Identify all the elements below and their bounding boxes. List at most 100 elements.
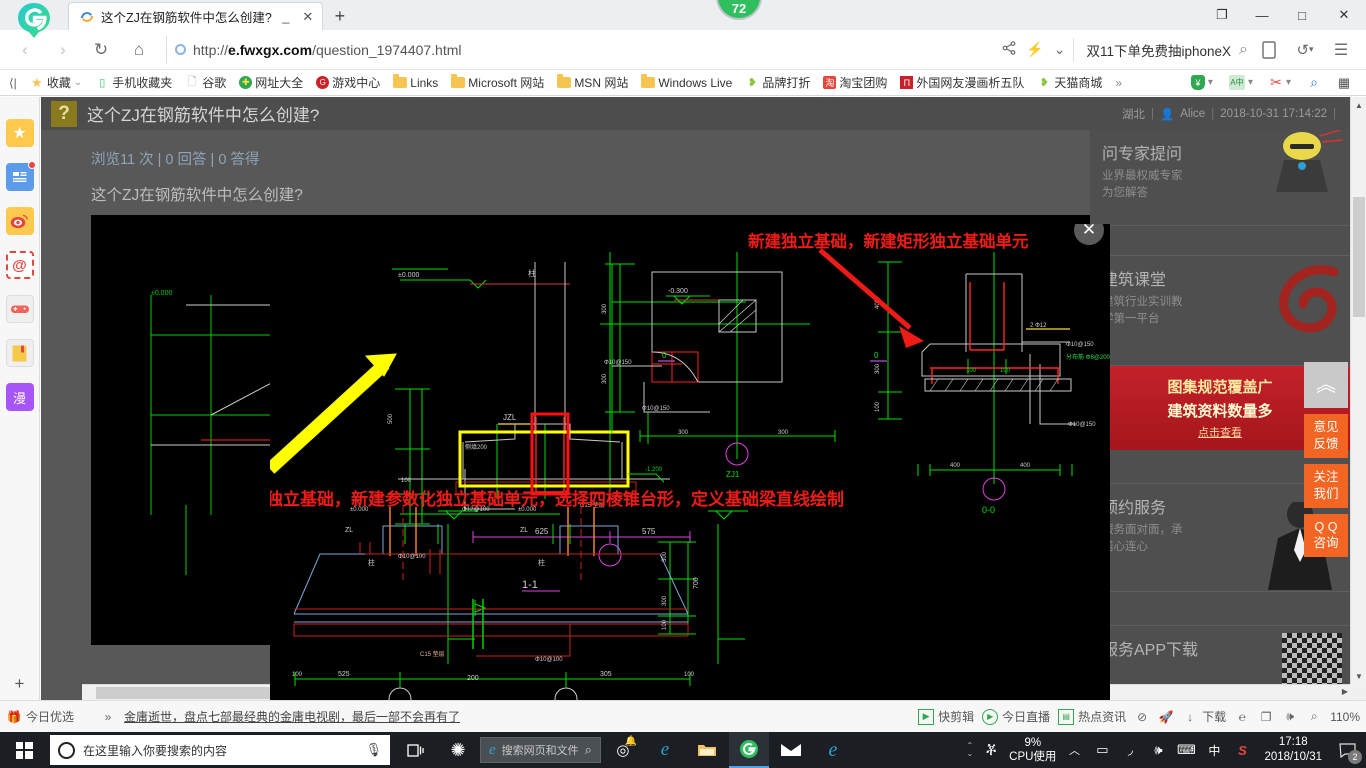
ie-search-box[interactable]: e 搜索网页和文件 ⌕ — [480, 732, 601, 768]
bookmarks-collapse-icon[interactable]: ⟨| — [4, 75, 22, 91]
zoom-level[interactable]: 110% — [1330, 710, 1360, 724]
add-quick-launch-button[interactable]: + — [15, 674, 25, 694]
tray-chevron-up-icon[interactable]: ︿ — [1064, 742, 1084, 758]
volume-icon[interactable]: 🕪 — [1148, 742, 1168, 758]
sogou-icon[interactable]: S — [1232, 743, 1252, 758]
bookmark-item-game-center[interactable]: G 游戏中心 — [311, 73, 385, 92]
shield-icon[interactable]: ¥ ▾ — [1186, 74, 1218, 91]
bookmark-item-favorites[interactable]: ★ 收藏 ⌄ — [25, 73, 87, 92]
search-icon[interactable]: ⌕ — [1239, 41, 1248, 59]
ime-mode-indicator[interactable]: 中 — [1204, 742, 1224, 759]
follow-us-button[interactable]: 关注 我们 — [1304, 463, 1348, 508]
bookmark-item-taobao[interactable]: 淘 淘宝团购 — [818, 73, 892, 92]
tool-live[interactable]: ▶ 今日直播 — [982, 708, 1050, 725]
task-view-icon[interactable] — [396, 732, 436, 768]
notifications-icon[interactable]: 2 — [1334, 737, 1362, 764]
back-to-top-button[interactable]: ︽ — [1304, 362, 1348, 408]
promo-search-box[interactable]: 双11下单免费抽iphoneX ⌕ — [1073, 37, 1248, 62]
page-vertical-scrollbar[interactable]: ▲ ▼ — [1350, 97, 1366, 684]
bookmark-item-brand-discount[interactable]: ❥ 品牌打折 — [740, 73, 815, 92]
taskbar-search-box[interactable]: 在这里输入你要搜索的内容 🎙 — [50, 735, 390, 765]
wifi-icon[interactable]: ◞ — [1120, 742, 1140, 758]
image-lightbox[interactable]: ✕ ±0.000 -0.300 柱 625 575 1-1 100 Φ12@10… — [270, 224, 1110, 700]
shield-off-icon[interactable]: ⊘ — [1134, 709, 1150, 725]
chevron-down-icon[interactable]: ⌄ — [74, 77, 82, 88]
cortana-petals-icon[interactable]: ✺ — [438, 732, 478, 768]
menu-icon[interactable]: ☰ — [1324, 35, 1358, 65]
bookmark-item-tmall[interactable]: ❥ 天猫商城 — [1032, 73, 1107, 92]
vertical-scroll-thumb[interactable] — [1353, 197, 1365, 317]
new-tab-button[interactable]: + — [323, 2, 357, 30]
bookmark-item-nav-sites[interactable]: ✚ 网址大全 — [234, 73, 308, 92]
bookmark-item-mobile-favs[interactable]: ▯ 手机收藏夹 — [90, 73, 177, 92]
scissors-icon[interactable]: ✂ ▾ — [1264, 74, 1296, 91]
feedback-button[interactable]: 意见 反馈 — [1304, 414, 1348, 458]
window-restore-icon[interactable]: ❐ — [1202, 7, 1242, 23]
bookmark-item-msn[interactable]: MSN 网站 — [552, 73, 633, 92]
share-icon[interactable] — [1002, 41, 1016, 58]
bookmark-item-microsoft[interactable]: Microsoft 网站 — [446, 73, 549, 92]
battery-icon[interactable]: ▭ — [1092, 742, 1112, 758]
news-headline-link[interactable]: 金庸逝世，盘点七部最经典的金庸电视剧，最后一部不会再有了 — [124, 708, 460, 725]
apps-grid-icon[interactable]: ▦ — [1332, 75, 1356, 91]
ad-course[interactable]: 建筑课堂 建筑行业实训教 学第一平台 — [1090, 256, 1350, 366]
chevron-down-icon[interactable]: ⌄ — [1054, 41, 1066, 58]
volume-icon[interactable]: 🕪 — [1282, 709, 1298, 725]
scroll-right-arrow-icon[interactable]: ▶ — [1342, 687, 1348, 696]
tool-hotnews[interactable]: ▤ 热点资讯 — [1058, 708, 1126, 725]
site-info-icon[interactable] — [175, 44, 186, 55]
app-spiral-icon[interactable]: ◎ 🔔 — [603, 732, 643, 768]
microphone-icon[interactable]: 🎙 — [365, 742, 382, 758]
bookmark-item-google[interactable]: 🗋 谷歌 — [180, 73, 231, 92]
zoom-icon[interactable]: ⌕ — [1306, 709, 1322, 725]
mobile-view-icon[interactable] — [1252, 35, 1286, 65]
address-bar[interactable]: http://e.fwxgx.com/question_1974407.html — [166, 35, 998, 64]
tab-close-icon[interactable]: ✕ — [300, 9, 316, 25]
ie-icon[interactable]: e — [645, 732, 685, 768]
mail-icon[interactable] — [771, 732, 811, 768]
360-browser-icon[interactable] — [728, 732, 769, 768]
turbo-bolt-icon[interactable]: ⚡ — [1026, 41, 1043, 58]
window-maximize-icon[interactable]: □ — [1282, 8, 1322, 23]
search-icon[interactable]: ⌕ — [585, 742, 592, 758]
window-close-icon[interactable]: ✕ — [1322, 7, 1366, 23]
edge-icon[interactable]: e — [813, 732, 853, 768]
window-split-icon[interactable]: ❐ — [1258, 709, 1274, 725]
novel-book-icon[interactable] — [5, 339, 34, 367]
history-undo-icon[interactable]: ↺ ▾ — [1288, 35, 1322, 65]
expand-chevrons-icon[interactable]: » — [100, 709, 116, 725]
tool-download[interactable]: ↓ 下载 — [1182, 708, 1226, 725]
mail-icon[interactable]: @ — [5, 251, 34, 279]
tab-minimize-icon[interactable]: _ — [278, 9, 294, 25]
search-tool-icon[interactable]: ⌕ — [1302, 74, 1326, 91]
translate-icon[interactable]: A中 ▾ — [1224, 74, 1258, 91]
people-icon[interactable]: ቾ — [981, 742, 1001, 759]
game-controller-icon[interactable] — [5, 295, 34, 323]
news-feed-icon[interactable] — [5, 161, 36, 191]
ad-expert[interactable]: 问专家提问 业界最权威专家 为您解答 — [1090, 130, 1350, 226]
rocket-icon[interactable]: 🚀 — [1158, 709, 1174, 725]
reload-icon[interactable]: ↻ — [84, 35, 118, 65]
favorites-star-icon[interactable]: ★ — [5, 119, 34, 147]
start-button[interactable] — [0, 732, 48, 768]
browser-tab[interactable]: 这个ZJ在钢筋软件中怎么创建? _ ✕ — [68, 2, 323, 30]
tray-expand-chevrons[interactable]: ⌃ ⌄ — [966, 742, 973, 758]
bookmark-item-windows-live[interactable]: Windows Live — [636, 74, 737, 91]
weibo-icon[interactable] — [5, 207, 34, 235]
home-icon[interactable]: ⌂ — [122, 35, 156, 65]
keyboard-icon[interactable]: ⌨ — [1176, 742, 1196, 758]
download-count-badge[interactable]: 72 — [716, 0, 762, 20]
comics-icon[interactable]: 漫 — [5, 383, 34, 411]
bookmark-item-links[interactable]: Links — [388, 74, 443, 91]
scroll-up-arrow-icon[interactable]: ▲ — [1351, 97, 1366, 113]
today-pick-item[interactable]: 🎁 今日优选 — [6, 708, 75, 725]
qq-consult-button[interactable]: Q Q 咨询 — [1304, 513, 1348, 558]
bookmark-item-comic[interactable]: П 外国网友漫画析五队 — [895, 73, 1029, 92]
tool-kuaijianji[interactable]: ▶ 快剪辑 — [918, 708, 974, 725]
cpu-usage-indicator[interactable]: 9% CPU使用 — [1009, 736, 1056, 765]
bookmarks-overflow-icon[interactable]: » — [1110, 75, 1127, 91]
scroll-down-arrow-icon[interactable]: ▼ — [1351, 668, 1366, 684]
window-minimize-icon[interactable]: — — [1242, 8, 1282, 23]
file-explorer-icon[interactable] — [687, 732, 727, 768]
taskbar-clock[interactable]: 17:18 2018/10/31 — [1260, 735, 1326, 765]
